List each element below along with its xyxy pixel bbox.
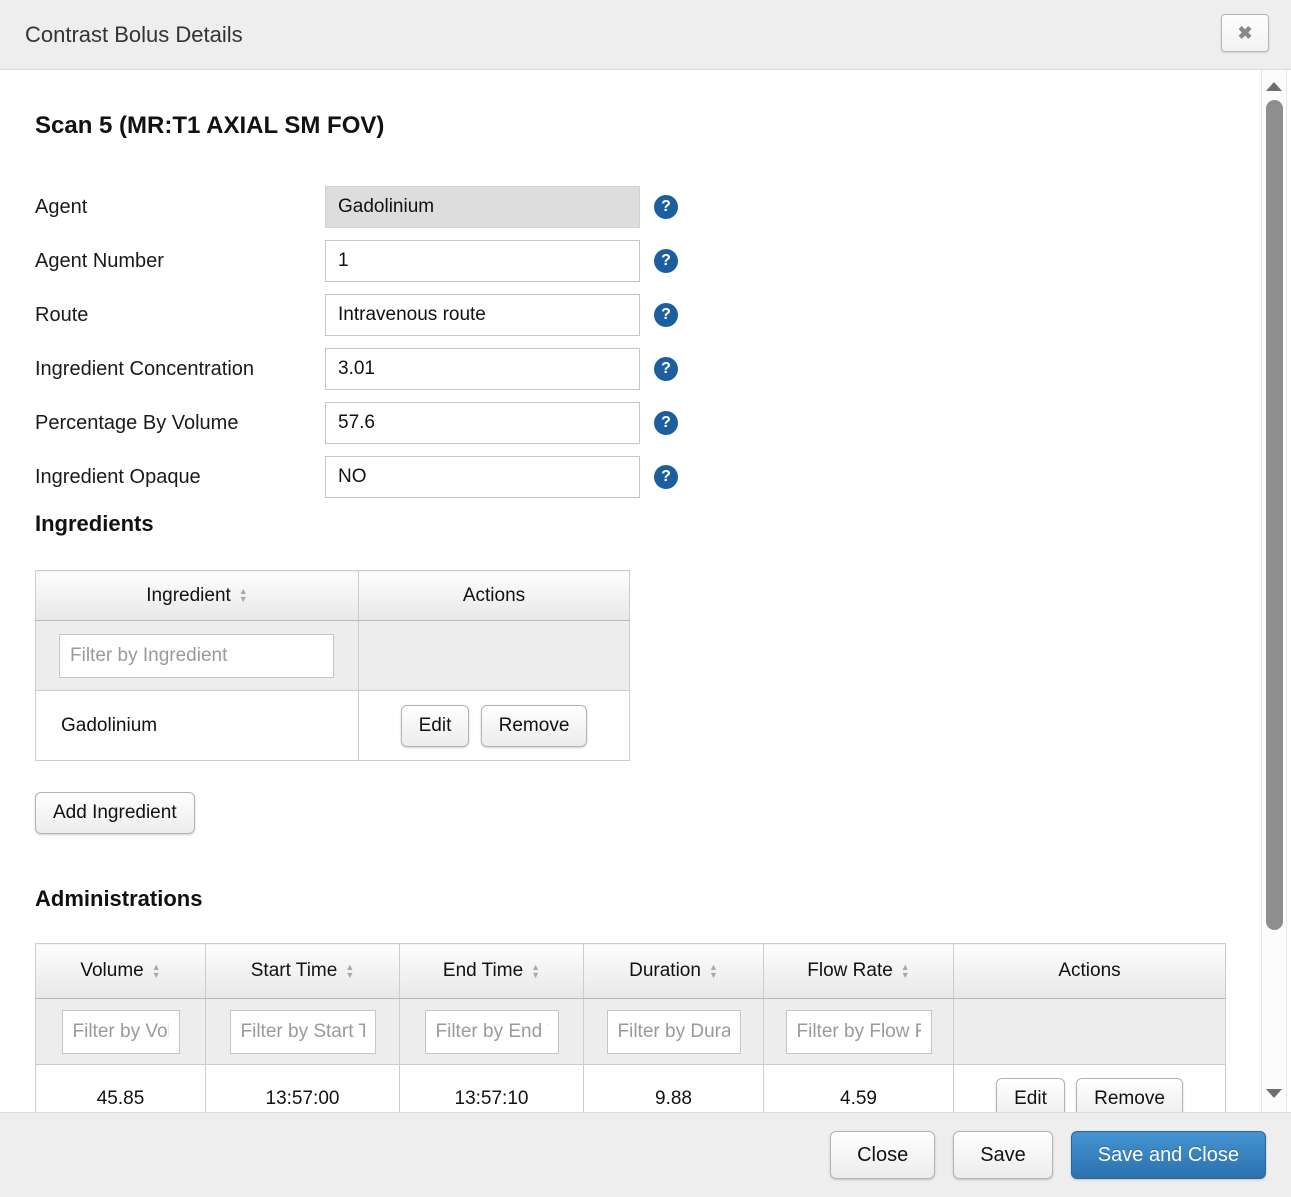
contrast-bolus-dialog: Contrast Bolus Details ✖ Scan 5 (MR:T1 A… <box>0 0 1291 1197</box>
administration-actions-column-header: Actions <box>954 944 1226 999</box>
form-row-ingredient-concentration: Ingredient Concentration ? <box>35 348 1225 390</box>
volume-filter-input[interactable] <box>62 1010 180 1054</box>
ingredient-opaque-field[interactable] <box>325 456 640 498</box>
sort-icon: ▲▼ <box>345 963 354 979</box>
duration-filter-input[interactable] <box>607 1010 741 1054</box>
contrast-form: Agent ? Agent Number ? Route ? Ingredien… <box>35 186 1225 498</box>
administrations-header-row: Volume▲▼ Start Time▲▼ End Time▲▼ Duratio… <box>36 944 1226 999</box>
percentage-by-volume-help-icon[interactable]: ? <box>654 411 678 435</box>
flow-rate-column-header[interactable]: Flow Rate▲▼ <box>764 944 954 999</box>
duration-cell: 9.88 <box>584 1065 764 1113</box>
administrations-filter-row <box>36 999 1226 1065</box>
end-time-cell: 13:57:10 <box>400 1065 584 1113</box>
form-row-percentage-by-volume: Percentage By Volume ? <box>35 402 1225 444</box>
dialog-title: Contrast Bolus Details <box>25 22 243 48</box>
save-button[interactable]: Save <box>953 1131 1053 1179</box>
agent-number-field[interactable] <box>325 240 640 282</box>
start-time-filter-input[interactable] <box>230 1010 376 1054</box>
form-row-ingredient-opaque: Ingredient Opaque ? <box>35 456 1225 498</box>
agent-field[interactable] <box>325 186 640 228</box>
administrations-table: Volume▲▼ Start Time▲▼ End Time▲▼ Duratio… <box>35 943 1226 1112</box>
form-row-agent: Agent ? <box>35 186 1225 228</box>
flow-rate-cell: 4.59 <box>764 1065 954 1113</box>
percentage-by-volume-field[interactable] <box>325 402 640 444</box>
ingredient-opaque-label: Ingredient Opaque <box>35 466 325 489</box>
agent-label: Agent <box>35 196 325 219</box>
ingredient-opaque-help-icon[interactable]: ? <box>654 465 678 489</box>
start-time-cell: 13:57:00 <box>206 1065 400 1113</box>
dialog-close-button[interactable]: ✖ <box>1221 14 1269 52</box>
flow-rate-filter-input[interactable] <box>786 1010 932 1054</box>
ingredients-heading: Ingredients <box>35 510 1225 538</box>
route-help-icon[interactable]: ? <box>654 303 678 327</box>
sort-icon: ▲▼ <box>709 963 718 979</box>
sort-icon: ▲▼ <box>239 587 248 603</box>
edit-ingredient-button[interactable]: Edit <box>401 705 470 747</box>
close-icon: ✖ <box>1237 23 1252 44</box>
modal-scrollbar[interactable] <box>1261 70 1287 1112</box>
scrollbar-thumb[interactable] <box>1266 100 1283 930</box>
percentage-by-volume-label: Percentage By Volume <box>35 412 325 435</box>
close-button[interactable]: Close <box>830 1131 935 1179</box>
ingredient-column-header[interactable]: Ingredient▲▼ <box>36 571 359 621</box>
sort-icon: ▲▼ <box>152 963 161 979</box>
form-row-route: Route ? <box>35 294 1225 336</box>
start-time-column-header[interactable]: Start Time▲▼ <box>206 944 400 999</box>
scroll-down-icon[interactable] <box>1266 1089 1282 1098</box>
agent-number-label: Agent Number <box>35 250 325 273</box>
dialog-footer: Close Save Save and Close <box>0 1112 1291 1197</box>
route-field[interactable] <box>325 294 640 336</box>
administration-table-row: 45.85 13:57:00 13:57:10 9.88 4.59 Edit R… <box>36 1065 1226 1113</box>
ingredient-filter-input[interactable] <box>59 634 334 678</box>
end-time-filter-input[interactable] <box>425 1010 559 1054</box>
duration-column-header[interactable]: Duration▲▼ <box>584 944 764 999</box>
remove-administration-button[interactable]: Remove <box>1076 1078 1183 1113</box>
sort-icon: ▲▼ <box>531 963 540 979</box>
scan-heading: Scan 5 (MR:T1 AXIAL SM FOV) <box>35 112 1225 140</box>
volume-cell: 45.85 <box>36 1065 206 1113</box>
sort-icon: ▲▼ <box>901 963 910 979</box>
volume-column-header[interactable]: Volume▲▼ <box>36 944 206 999</box>
ingredients-filter-row <box>36 621 630 691</box>
ingredient-concentration-help-icon[interactable]: ? <box>654 357 678 381</box>
ingredient-name-cell: Gadolinium <box>36 691 359 761</box>
save-and-close-button[interactable]: Save and Close <box>1071 1131 1266 1179</box>
route-label: Route <box>35 304 325 327</box>
ingredients-table: Ingredient▲▼ Actions Gadolinium Edit Rem… <box>35 570 630 761</box>
edit-administration-button[interactable]: Edit <box>996 1078 1065 1113</box>
add-ingredient-button[interactable]: Add Ingredient <box>35 792 195 834</box>
dialog-header: Contrast Bolus Details ✖ <box>0 0 1291 70</box>
administrations-heading: Administrations <box>35 885 1225 913</box>
ingredient-table-row: Gadolinium Edit Remove <box>36 691 630 761</box>
ingredients-header-row: Ingredient▲▼ Actions <box>36 571 630 621</box>
ingredient-concentration-label: Ingredient Concentration <box>35 358 325 381</box>
scroll-up-icon[interactable] <box>1266 82 1282 91</box>
agent-help-icon[interactable]: ? <box>654 195 678 219</box>
form-row-agent-number: Agent Number ? <box>35 240 1225 282</box>
agent-number-help-icon[interactable]: ? <box>654 249 678 273</box>
remove-ingredient-button[interactable]: Remove <box>481 705 588 747</box>
ingredient-concentration-field[interactable] <box>325 348 640 390</box>
ingredient-actions-column-header: Actions <box>359 571 630 621</box>
dialog-body: Scan 5 (MR:T1 AXIAL SM FOV) Agent ? Agen… <box>0 70 1291 1112</box>
end-time-column-header[interactable]: End Time▲▼ <box>400 944 584 999</box>
